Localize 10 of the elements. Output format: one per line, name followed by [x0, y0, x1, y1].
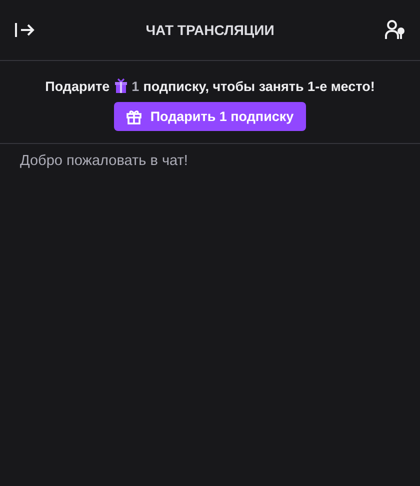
arrow-icon	[14, 21, 36, 39]
gift-sub-button[interactable]: Подарить 1 подписку	[114, 102, 306, 131]
promo-text: подписку, чтобы занять 1-е место!	[143, 78, 375, 94]
promo-text: Подарите	[45, 78, 110, 94]
gift-icon	[114, 78, 128, 94]
gift-count: 1	[132, 78, 140, 94]
users-icon	[384, 19, 406, 41]
window-title: ЧАТ ТРАНСЛЯЦИИ	[146, 22, 274, 38]
gift-icon	[126, 108, 142, 124]
chat-message: Добро пожаловать в чат!	[20, 153, 189, 169]
